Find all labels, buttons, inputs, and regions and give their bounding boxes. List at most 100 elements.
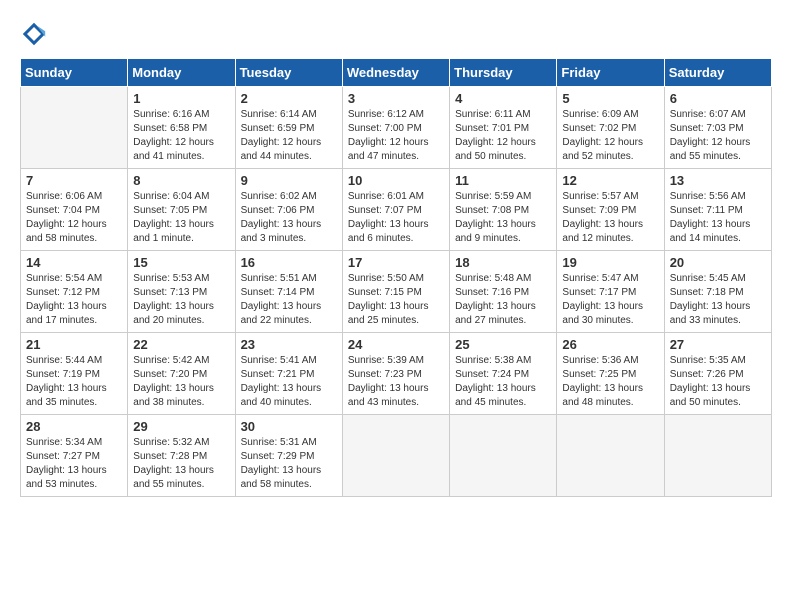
day-number: 17	[348, 255, 444, 270]
day-info: Sunrise: 6:16 AMSunset: 6:58 PMDaylight:…	[133, 108, 229, 164]
day-info: Sunrise: 6:01 AMSunset: 7:07 PMDaylight:…	[348, 190, 444, 246]
day-number: 29	[133, 419, 229, 434]
day-cell: 8 Sunrise: 6:04 AMSunset: 7:05 PMDaylight…	[128, 169, 235, 251]
daylight-text: Daylight: 13 hours and 30 minutes.	[562, 300, 658, 328]
day-number: 4	[455, 91, 551, 106]
day-number: 26	[562, 337, 658, 352]
day-cell: 24Sunrise: 5:39 AMSunset: 7:23 PMDayligh…	[342, 333, 449, 415]
day-number: 18	[455, 255, 551, 270]
day-number: 8	[133, 173, 229, 188]
sunrise-text: Sunrise: 5:47 AM	[562, 272, 658, 286]
daylight-text: Daylight: 13 hours and 22 minutes.	[241, 300, 337, 328]
sunset-text: Sunset: 7:16 PM	[455, 286, 551, 300]
column-header-tuesday: Tuesday	[235, 59, 342, 87]
sunset-text: Sunset: 7:09 PM	[562, 204, 658, 218]
sunset-text: Sunset: 6:59 PM	[241, 122, 337, 136]
sunrise-text: Sunrise: 5:48 AM	[455, 272, 551, 286]
day-info: Sunrise: 5:36 AMSunset: 7:25 PMDaylight:…	[562, 354, 658, 410]
sunrise-text: Sunrise: 5:53 AM	[133, 272, 229, 286]
day-number: 24	[348, 337, 444, 352]
day-number: 11	[455, 173, 551, 188]
day-number: 22	[133, 337, 229, 352]
sunrise-text: Sunrise: 6:07 AM	[670, 108, 766, 122]
day-cell	[450, 415, 557, 497]
day-cell: 11Sunrise: 5:59 AMSunset: 7:08 PMDayligh…	[450, 169, 557, 251]
day-cell: 3Sunrise: 6:12 AMSunset: 7:00 PMDaylight…	[342, 87, 449, 169]
week-row-1: 1Sunrise: 6:16 AMSunset: 6:58 PMDaylight…	[21, 87, 772, 169]
column-header-friday: Friday	[557, 59, 664, 87]
sunrise-text: Sunrise: 5:34 AM	[26, 436, 122, 450]
sunset-text: Sunset: 7:18 PM	[670, 286, 766, 300]
daylight-text: Daylight: 12 hours and 58 minutes.	[26, 218, 122, 246]
sunset-text: Sunset: 7:15 PM	[348, 286, 444, 300]
sunrise-text: Sunrise: 6:06 AM	[26, 190, 122, 204]
day-cell: 7Sunrise: 6:06 AMSunset: 7:04 PMDaylight…	[21, 169, 128, 251]
day-cell: 10 Sunrise: 6:01 AMSunset: 7:07 PMDayligh…	[342, 169, 449, 251]
day-info: Sunrise: 5:51 AMSunset: 7:14 PMDaylight:…	[241, 272, 337, 328]
daylight-text: Daylight: 13 hours and 35 minutes.	[26, 382, 122, 410]
sunset-text: Sunset: 6:58 PM	[133, 122, 229, 136]
day-cell: 4Sunrise: 6:11 AMSunset: 7:01 PMDaylight…	[450, 87, 557, 169]
day-number: 21	[26, 337, 122, 352]
day-cell: 28Sunrise: 5:34 AMSunset: 7:27 PMDayligh…	[21, 415, 128, 497]
sunrise-text: Sunrise: 5:50 AM	[348, 272, 444, 286]
column-header-thursday: Thursday	[450, 59, 557, 87]
day-number: 19	[562, 255, 658, 270]
day-cell: 5Sunrise: 6:09 AMSunset: 7:02 PMDaylight…	[557, 87, 664, 169]
sunrise-text: Sunrise: 5:41 AM	[241, 354, 337, 368]
sunrise-text: Sunrise: 6:04 AM	[133, 190, 229, 204]
day-info: Sunrise: 6:04 AMSunset: 7:05 PMDaylight:…	[133, 190, 229, 246]
day-number: 25	[455, 337, 551, 352]
sunset-text: Sunset: 7:03 PM	[670, 122, 766, 136]
sunset-text: Sunset: 7:05 PM	[133, 204, 229, 218]
day-cell: 29 Sunrise: 5:32 AMSunset: 7:28 PMDayligh…	[128, 415, 235, 497]
day-number: 16	[241, 255, 337, 270]
day-cell: 1Sunrise: 6:16 AMSunset: 6:58 PMDaylight…	[128, 87, 235, 169]
day-cell: 19 Sunrise: 5:47 AMSunset: 7:17 PMDayligh…	[557, 251, 664, 333]
daylight-text: Daylight: 13 hours and 55 minutes.	[133, 464, 229, 492]
sunset-text: Sunset: 7:23 PM	[348, 368, 444, 382]
sunrise-text: Sunrise: 5:56 AM	[670, 190, 766, 204]
logo	[20, 20, 52, 48]
daylight-text: Daylight: 12 hours and 52 minutes.	[562, 136, 658, 164]
sunset-text: Sunset: 7:14 PM	[241, 286, 337, 300]
sunset-text: Sunset: 7:21 PM	[241, 368, 337, 382]
day-number: 6	[670, 91, 766, 106]
sunset-text: Sunset: 7:27 PM	[26, 450, 122, 464]
sunrise-text: Sunrise: 6:02 AM	[241, 190, 337, 204]
day-number: 27	[670, 337, 766, 352]
day-info: Sunrise: 5:41 AMSunset: 7:21 PMDaylight:…	[241, 354, 337, 410]
day-info: Sunrise: 5:32 AMSunset: 7:28 PMDaylight:…	[133, 436, 229, 492]
sunset-text: Sunset: 7:17 PM	[562, 286, 658, 300]
day-number: 20	[670, 255, 766, 270]
column-header-sunday: Sunday	[21, 59, 128, 87]
daylight-text: Daylight: 12 hours and 47 minutes.	[348, 136, 444, 164]
daylight-text: Daylight: 13 hours and 50 minutes.	[670, 382, 766, 410]
daylight-text: Daylight: 12 hours and 50 minutes.	[455, 136, 551, 164]
daylight-text: Daylight: 13 hours and 33 minutes.	[670, 300, 766, 328]
sunrise-text: Sunrise: 6:16 AM	[133, 108, 229, 122]
daylight-text: Daylight: 13 hours and 1 minute.	[133, 218, 229, 246]
day-cell: 25Sunrise: 5:38 AMSunset: 7:24 PMDayligh…	[450, 333, 557, 415]
day-cell: 22 Sunrise: 5:42 AMSunset: 7:20 PMDayligh…	[128, 333, 235, 415]
daylight-text: Daylight: 13 hours and 43 minutes.	[348, 382, 444, 410]
day-number: 10	[348, 173, 444, 188]
sunrise-text: Sunrise: 5:35 AM	[670, 354, 766, 368]
sunrise-text: Sunrise: 6:14 AM	[241, 108, 337, 122]
day-info: Sunrise: 5:53 AMSunset: 7:13 PMDaylight:…	[133, 272, 229, 328]
sunset-text: Sunset: 7:20 PM	[133, 368, 229, 382]
daylight-text: Daylight: 13 hours and 45 minutes.	[455, 382, 551, 410]
sunset-text: Sunset: 7:11 PM	[670, 204, 766, 218]
day-info: Sunrise: 5:42 AMSunset: 7:20 PMDaylight:…	[133, 354, 229, 410]
day-number: 23	[241, 337, 337, 352]
daylight-text: Daylight: 13 hours and 48 minutes.	[562, 382, 658, 410]
daylight-text: Daylight: 12 hours and 55 minutes.	[670, 136, 766, 164]
daylight-text: Daylight: 12 hours and 41 minutes.	[133, 136, 229, 164]
sunrise-text: Sunrise: 6:09 AM	[562, 108, 658, 122]
daylight-text: Daylight: 13 hours and 3 minutes.	[241, 218, 337, 246]
sunset-text: Sunset: 7:19 PM	[26, 368, 122, 382]
sunset-text: Sunset: 7:26 PM	[670, 368, 766, 382]
day-number: 2	[241, 91, 337, 106]
sunset-text: Sunset: 7:04 PM	[26, 204, 122, 218]
day-cell: 27 Sunrise: 5:35 AMSunset: 7:26 PMDayligh…	[664, 333, 771, 415]
